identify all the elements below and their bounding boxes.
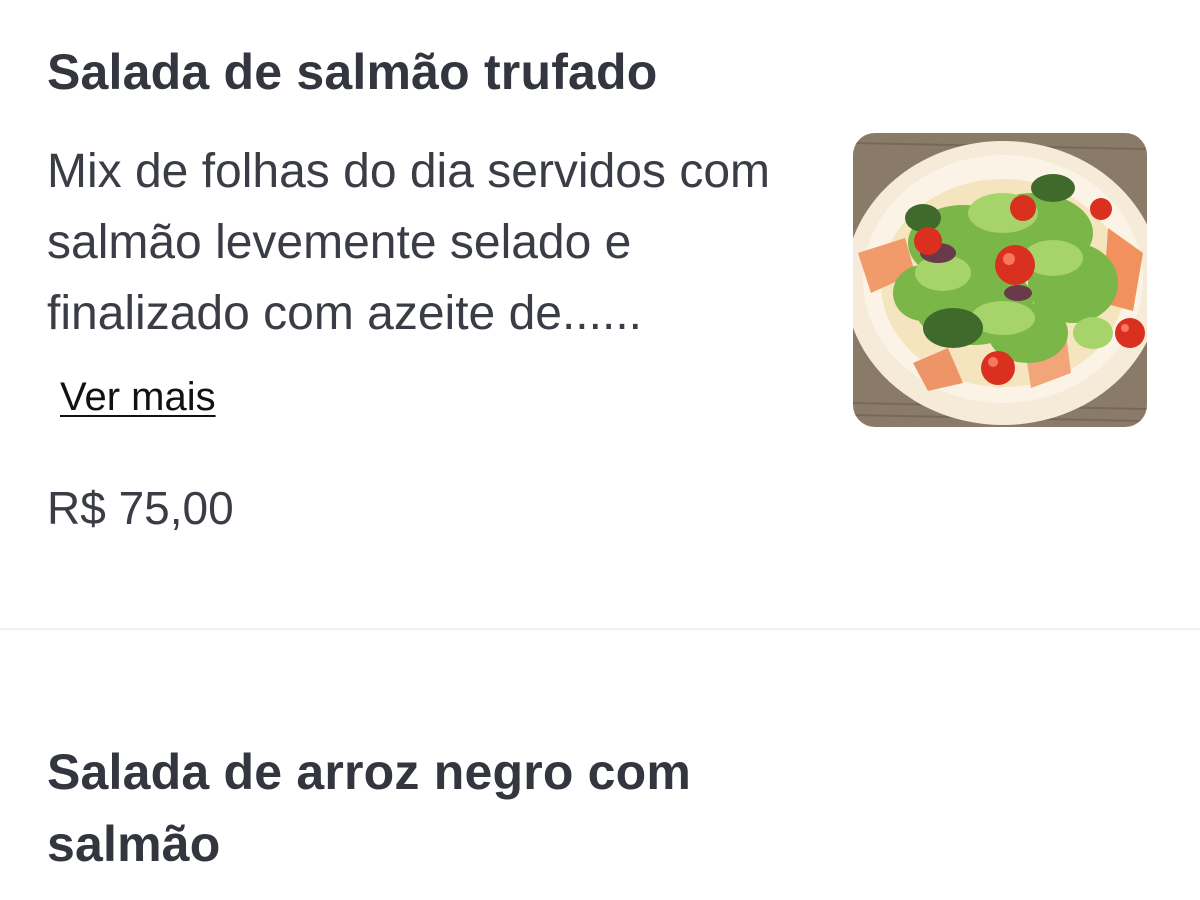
- salad-bowl-photo[interactable]: [853, 133, 1147, 427]
- menu-item-card[interactable]: Salada de salmão trufado Mix de folhas d…: [0, 0, 1200, 628]
- item-title: Salada de arroz negro com salmão: [47, 744, 692, 872]
- item-title: Salada de salmão trufado: [47, 44, 658, 100]
- item-description: Mix de folhas do dia servidos com salmão…: [47, 145, 770, 340]
- menu-item-card[interactable]: Salada de arroz negro com salmão: [0, 630, 1200, 900]
- item-price: R$ 75,00: [47, 482, 234, 534]
- see-more-link[interactable]: Ver mais: [60, 372, 216, 422]
